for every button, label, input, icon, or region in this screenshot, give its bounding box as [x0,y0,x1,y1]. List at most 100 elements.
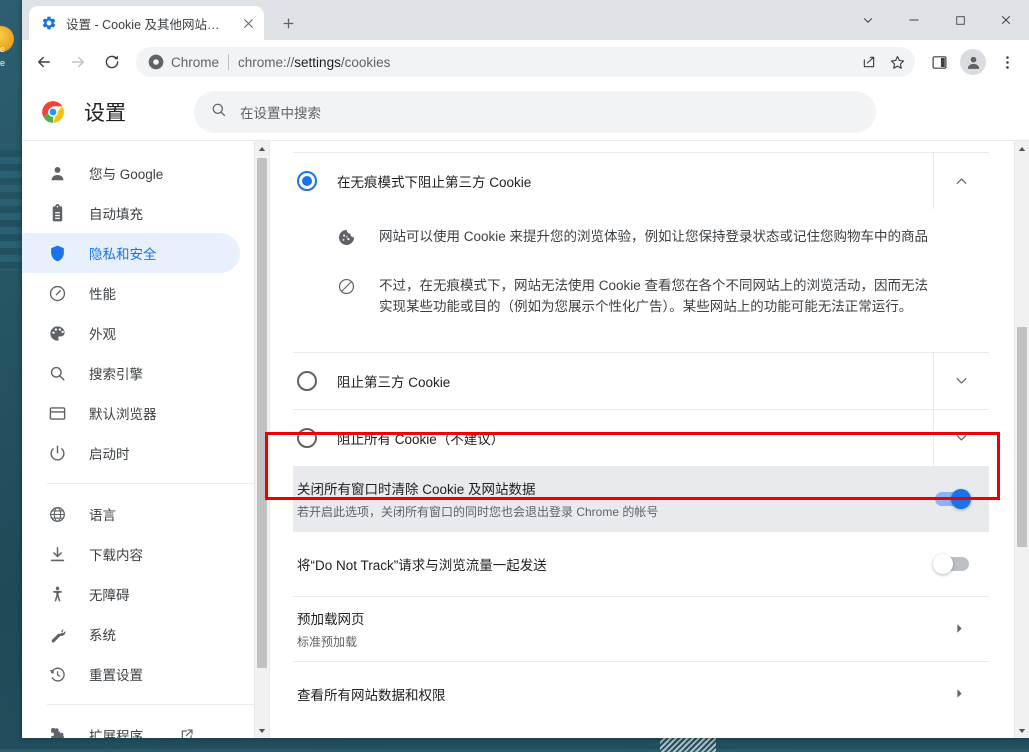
sidebar-item-privacy-and-security[interactable]: 隐私和安全 [22,233,240,273]
sidebar-scrollbar-thumb[interactable] [257,158,267,668]
wrench-icon [47,624,67,644]
link-row-preload-pages[interactable]: 预加载网页 标准预加载 [293,597,989,661]
maximize-icon[interactable] [937,0,983,40]
link-title: 预加载网页 [297,608,949,628]
star-icon[interactable] [883,48,911,76]
detail-text: 网站可以使用 Cookie 来提升您的浏览体验，例如让您保持登录状态或记住您购物… [379,227,928,248]
clipboard-icon [47,203,67,223]
sidebar-item-label: 默认浏览器 [89,403,157,423]
sidebar-item-accessibility[interactable]: 无障碍 [22,574,240,614]
sidebar-item-label: 启动时 [89,443,130,463]
radio-button[interactable] [297,371,317,391]
minimize-icon[interactable] [891,0,937,40]
desktop-partial-text-2: e [0,58,5,68]
sidebar-item-reset-settings[interactable]: 重置设置 [22,654,240,694]
chevron-down-icon[interactable] [845,0,891,40]
link-row-all-site-data[interactable]: 查看所有网站数据和权限 [293,662,989,726]
link-subtitle: 标准预加载 [297,633,949,650]
chevron-down-icon[interactable] [933,353,989,409]
browser-window-icon [47,403,67,423]
desktop-texture [0,150,22,270]
toggle-switch[interactable] [935,492,969,506]
shield-icon [47,243,67,263]
sidebar-item-performance[interactable]: 性能 [22,273,240,313]
main-scrollbar[interactable] [1014,141,1029,738]
sidebar-item-extensions[interactable]: 扩展程序 [22,715,240,738]
sidebar-item-on-startup[interactable]: 启动时 [22,433,240,473]
cookies-settings-card: 在无痕模式下阻止第三方 Cookie 网站可以使用 Cookie 来提升您的浏览… [277,152,989,738]
radio-button[interactable] [297,171,317,191]
radio-button[interactable] [297,428,317,448]
sidebar-divider-2 [47,704,254,705]
toggle-row-clear-cookies-on-close[interactable]: 关闭所有窗口时清除 Cookie 及网站数据 若开启此选项，关闭所有窗口的同时您… [293,467,989,531]
taskbar-glyph-icon [660,736,716,752]
chevron-down-icon[interactable] [933,410,989,466]
sidebar-item-downloads[interactable]: 下载内容 [22,534,240,574]
globe-icon [47,504,67,524]
open-in-new-icon[interactable] [179,727,195,738]
detail-text: 不过，在无痕模式下，网站无法使用 Cookie 查看您在各个不同网站上的浏览活动… [379,276,933,318]
toggle-row-do-not-track[interactable]: 将“Do Not Track”请求与浏览流量一起发送 [293,532,989,596]
browser-tab[interactable]: 设置 - Cookie 及其他网站数据 [29,6,264,40]
omnibox-url: chrome://settings/cookies [238,55,390,70]
detail-item-cookie: 网站可以使用 Cookie 来提升您的浏览体验，例如让您保持登录状态或记住您购物… [337,213,933,262]
triangle-down-icon[interactable] [1015,723,1029,738]
sidebar-divider [47,483,254,484]
triangle-up-icon[interactable] [255,141,269,156]
chevron-up-icon[interactable] [933,153,989,209]
avatar[interactable] [957,46,989,78]
sidebar-item-label: 下载内容 [89,544,143,564]
triangle-up-icon[interactable] [1015,141,1029,156]
link-row-texts: 预加载网页 标准预加载 [297,608,949,650]
speedometer-icon [47,283,67,303]
sidebar-item-languages[interactable]: 语言 [22,494,240,534]
sidebar-item-system[interactable]: 系统 [22,614,240,654]
puzzle-icon [47,725,67,738]
close-icon[interactable] [983,0,1029,40]
sidebar-item-label: 无障碍 [89,584,130,604]
radio-row-block-all-cookies[interactable]: 阻止所有 Cookie（不建议） [293,410,989,466]
main-scrollbar-thumb[interactable] [1017,327,1027,547]
sidebar-item-label: 自动填充 [89,203,143,223]
settings-header: 设置 在设置中搜索 [22,84,1029,140]
reload-icon[interactable] [96,46,128,78]
arrow-left-icon[interactable] [28,46,60,78]
toggle-title: 关闭所有窗口时清除 Cookie 及网站数据 [297,478,935,498]
chrome-icon: Chrome [148,54,219,70]
link-row-texts: 查看所有网站数据和权限 [297,684,949,704]
cookie-icon [337,228,357,248]
radio-expanded-details: 网站可以使用 Cookie 来提升您的浏览体验，例如让您保持登录状态或记住您购物… [293,209,989,352]
three-dot-menu-icon[interactable] [991,46,1023,78]
gear-icon [41,15,57,31]
toggle-switch[interactable] [935,557,969,571]
triangle-down-icon[interactable] [255,723,269,738]
arrow-right-small-icon [949,688,969,699]
sidebar-item-you-and-google[interactable]: 您与 Google [22,153,240,193]
power-icon [47,443,67,463]
search-input[interactable]: 在设置中搜索 [194,91,876,133]
address-bar[interactable]: Chrome chrome://settings/cookies [136,47,915,77]
sidebar-item-autofill[interactable]: 自动填充 [22,193,240,233]
radio-label: 阻止第三方 Cookie [337,371,933,391]
radio-row-block-third-party-incognito[interactable]: 在无痕模式下阻止第三方 Cookie [293,153,989,209]
sidebar-item-default-browser[interactable]: 默认浏览器 [22,393,240,433]
history-restore-icon [47,664,67,684]
omnibox-chip-label: Chrome [171,55,219,70]
sidebar-scrollbar[interactable] [254,141,269,738]
sidebar-item-label: 性能 [89,283,116,303]
person-icon[interactable] [960,49,986,75]
sidebar: 您与 Google 自动填充 隐私和安全 [22,141,270,738]
accessibility-icon [47,584,67,604]
radio-row-block-third-party[interactable]: 阻止第三方 Cookie [293,353,989,409]
page-title: 设置 [84,97,126,127]
plus-icon[interactable] [274,9,302,37]
side-panel-icon[interactable] [923,46,955,78]
sidebar-item-appearance[interactable]: 外观 [22,313,240,353]
sidebar-item-search-engine[interactable]: 搜索引擎 [22,353,240,393]
share-icon[interactable] [855,48,883,76]
detail-item-block: 不过，在无痕模式下，网站无法使用 Cookie 查看您在各个不同网站上的浏览活动… [337,262,933,332]
close-icon[interactable] [238,13,258,33]
settings-content: 您与 Google 自动填充 隐私和安全 [22,140,1029,738]
section-label-custom-behavior: 自定义的行为 [293,726,989,738]
settings-main-scroll: 在无痕模式下阻止第三方 Cookie 网站可以使用 Cookie 来提升您的浏览… [270,141,1014,738]
